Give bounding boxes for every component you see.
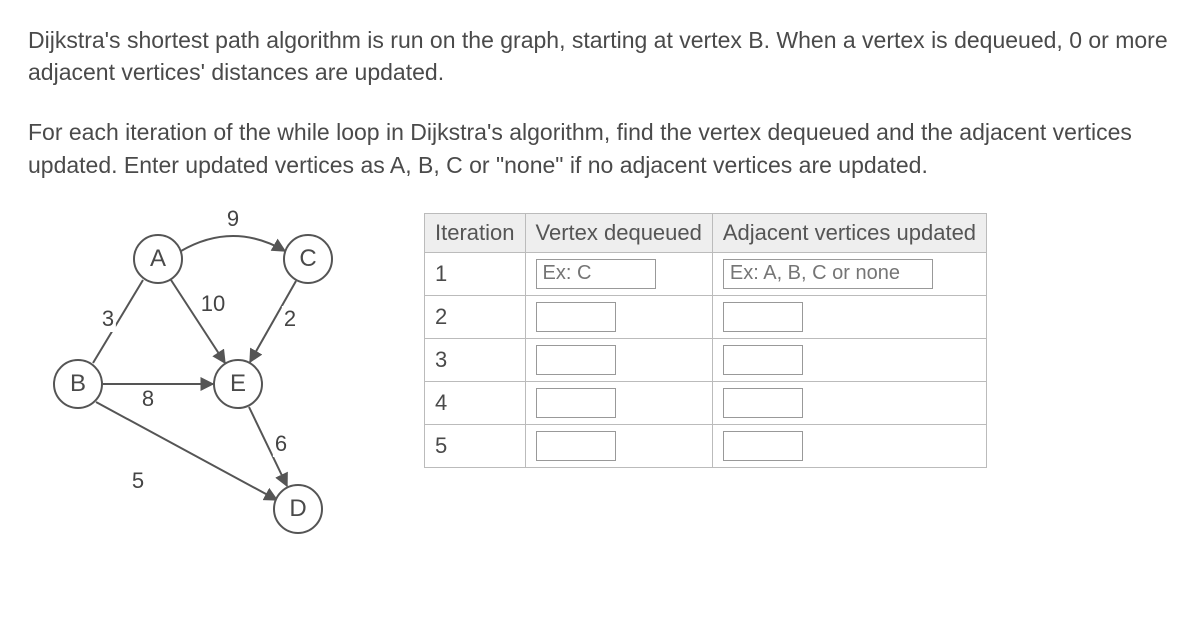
node-c: C: [283, 234, 333, 284]
dequeued-input[interactable]: [536, 345, 616, 375]
table-row: 3: [425, 338, 987, 381]
node-b: B: [53, 359, 103, 409]
adjacent-input[interactable]: [723, 259, 933, 289]
question-paragraph-1: Dijkstra's shortest path algorithm is ru…: [28, 24, 1172, 88]
weight-be: 8: [140, 386, 156, 412]
iter-cell: 5: [425, 424, 526, 467]
node-d: D: [273, 484, 323, 534]
table-row: 1: [425, 252, 987, 295]
weight-ed: 6: [273, 431, 289, 457]
question-paragraph-2: For each iteration of the while loop in …: [28, 116, 1172, 180]
col-dequeued: Vertex dequeued: [525, 213, 712, 252]
dequeued-input[interactable]: [536, 388, 616, 418]
iter-cell: 3: [425, 338, 526, 381]
col-adjacent: Adjacent vertices updated: [712, 213, 986, 252]
table-row: 2: [425, 295, 987, 338]
node-a: A: [133, 234, 183, 284]
iter-cell: 2: [425, 295, 526, 338]
adjacent-input[interactable]: [723, 431, 803, 461]
dequeued-input[interactable]: [536, 302, 616, 332]
weight-bd: 5: [130, 468, 146, 494]
table-row: 5: [425, 424, 987, 467]
node-e: E: [213, 359, 263, 409]
weight-ac: 9: [225, 206, 241, 232]
adjacent-input[interactable]: [723, 345, 803, 375]
iter-cell: 4: [425, 381, 526, 424]
weight-ab: 3: [100, 306, 116, 332]
iter-cell: 1: [425, 252, 526, 295]
answer-table: Iteration Vertex dequeued Adjacent verti…: [424, 213, 987, 468]
adjacent-input[interactable]: [723, 388, 803, 418]
col-iteration: Iteration: [425, 213, 526, 252]
graph-diagram: A C E B D 9 10 3 2 8 5 6: [28, 209, 388, 549]
adjacent-input[interactable]: [723, 302, 803, 332]
weight-ce: 2: [282, 306, 298, 332]
dequeued-input[interactable]: [536, 431, 616, 461]
table-row: 4: [425, 381, 987, 424]
dequeued-input[interactable]: [536, 259, 656, 289]
weight-ae: 10: [199, 291, 227, 317]
